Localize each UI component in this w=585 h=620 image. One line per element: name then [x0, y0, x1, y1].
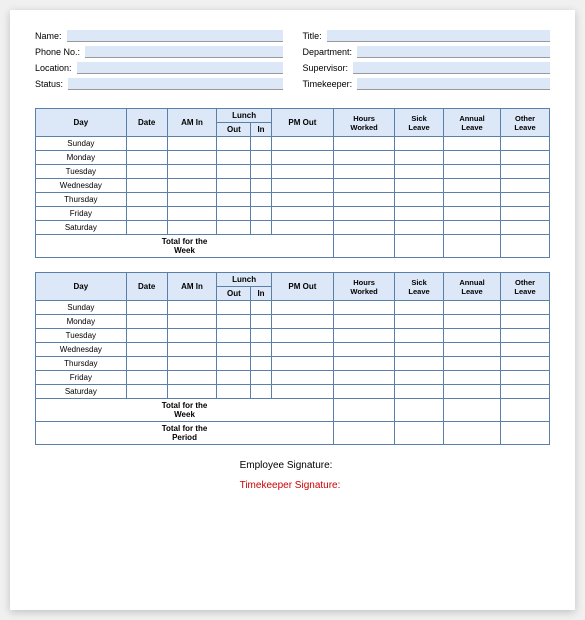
- timesheet-table-1: Day Date AM In Lunch PM Out HoursWorked …: [35, 108, 550, 258]
- table-row: Wednesday: [36, 179, 550, 193]
- day-friday-1: Friday: [36, 207, 127, 221]
- status-input[interactable]: [68, 78, 282, 90]
- signatures-section: Employee Signature: Timekeeper Signature…: [35, 459, 550, 499]
- day-tuesday-2: Tuesday: [36, 329, 127, 343]
- total-period-row: Total for thePeriod: [36, 422, 550, 445]
- table-row: Saturday: [36, 385, 550, 399]
- table-row: Sunday: [36, 301, 550, 315]
- th-pmout-1: PM Out: [271, 109, 333, 137]
- th-lunch-out-2: Out: [217, 287, 251, 301]
- table-row: Friday: [36, 207, 550, 221]
- timesheet-table-2: Day Date AM In Lunch PM Out HoursWorked …: [35, 272, 550, 445]
- status-row: Status:: [35, 78, 283, 90]
- employee-signature-row: Employee Signature:: [240, 459, 338, 471]
- day-monday-1: Monday: [36, 151, 127, 165]
- th-date-2: Date: [126, 273, 167, 301]
- th-pmout-2: PM Out: [271, 273, 333, 301]
- table-row: Thursday: [36, 193, 550, 207]
- th-hours-1: HoursWorked: [334, 109, 395, 137]
- supervisor-label: Supervisor:: [303, 63, 349, 73]
- timekeeper-row: Timekeeper:: [303, 78, 551, 90]
- total-period-label: Total for thePeriod: [36, 422, 334, 445]
- day-sunday-1: Sunday: [36, 137, 127, 151]
- total-week-label-1: Total for theWeek: [36, 235, 334, 258]
- day-thursday-1: Thursday: [36, 193, 127, 207]
- total-week-row-2: Total for theWeek: [36, 399, 550, 422]
- table-row: Thursday: [36, 357, 550, 371]
- supervisor-input[interactable]: [353, 62, 550, 74]
- th-lunch-in-2: In: [251, 287, 271, 301]
- employee-signature-label: Employee Signature:: [240, 460, 333, 471]
- th-other-2: OtherLeave: [501, 273, 550, 301]
- th-lunch-in-1: In: [251, 123, 271, 137]
- th-lunch-1: Lunch: [217, 109, 271, 123]
- table-row: Monday: [36, 151, 550, 165]
- timekeeper-signature-row: Timekeeper Signature:: [240, 479, 346, 491]
- th-day-1: Day: [36, 109, 127, 137]
- table-row: Wednesday: [36, 343, 550, 357]
- th-annual-1: AnnualLeave: [443, 109, 500, 137]
- timekeeper-input[interactable]: [357, 78, 550, 90]
- day-thursday-2: Thursday: [36, 357, 127, 371]
- name-row: Name:: [35, 30, 283, 42]
- supervisor-row: Supervisor:: [303, 62, 551, 74]
- location-row: Location:: [35, 62, 283, 74]
- day-saturday-2: Saturday: [36, 385, 127, 399]
- department-label: Department:: [303, 47, 353, 57]
- day-monday-2: Monday: [36, 315, 127, 329]
- timekeeper-signature-label: Timekeeper Signature:: [240, 480, 341, 491]
- th-sick-2: SickLeave: [395, 273, 444, 301]
- phone-row: Phone No.:: [35, 46, 283, 58]
- day-sunday-2: Sunday: [36, 301, 127, 315]
- day-wednesday-1: Wednesday: [36, 179, 127, 193]
- table-row: Tuesday: [36, 329, 550, 343]
- day-wednesday-2: Wednesday: [36, 343, 127, 357]
- th-day-2: Day: [36, 273, 127, 301]
- department-input[interactable]: [357, 46, 550, 58]
- name-input[interactable]: [67, 30, 283, 42]
- name-label: Name:: [35, 31, 62, 41]
- th-amin-1: AM In: [167, 109, 217, 137]
- th-other-1: OtherLeave: [501, 109, 550, 137]
- th-sick-1: SickLeave: [395, 109, 444, 137]
- table-row: Monday: [36, 315, 550, 329]
- day-saturday-1: Saturday: [36, 221, 127, 235]
- title-label: Title:: [303, 31, 322, 41]
- location-label: Location:: [35, 63, 72, 73]
- total-week-label-2: Total for theWeek: [36, 399, 334, 422]
- table-row: Sunday: [36, 137, 550, 151]
- phone-label: Phone No.:: [35, 47, 80, 57]
- timekeeper-label: Timekeeper:: [303, 79, 353, 89]
- table-row: Friday: [36, 371, 550, 385]
- status-label: Status:: [35, 79, 63, 89]
- th-hours-2: HoursWorked: [334, 273, 395, 301]
- form-section: Name: Phone No.: Location: Status: Title…: [35, 30, 550, 94]
- th-annual-2: AnnualLeave: [443, 273, 500, 301]
- title-input[interactable]: [327, 30, 550, 42]
- title-row: Title:: [303, 30, 551, 42]
- day-friday-2: Friday: [36, 371, 127, 385]
- right-fields: Title: Department: Supervisor: Timekeepe…: [303, 30, 551, 94]
- total-week-row-1: Total for theWeek: [36, 235, 550, 258]
- left-fields: Name: Phone No.: Location: Status:: [35, 30, 283, 94]
- location-input[interactable]: [77, 62, 283, 74]
- th-lunch-2: Lunch: [217, 273, 271, 287]
- department-row: Department:: [303, 46, 551, 58]
- phone-input[interactable]: [85, 46, 282, 58]
- th-lunch-out-1: Out: [217, 123, 251, 137]
- th-date-1: Date: [126, 109, 167, 137]
- table-row: Tuesday: [36, 165, 550, 179]
- table-row: Saturday: [36, 221, 550, 235]
- page: Name: Phone No.: Location: Status: Title…: [10, 10, 575, 610]
- day-tuesday-1: Tuesday: [36, 165, 127, 179]
- th-amin-2: AM In: [167, 273, 217, 301]
